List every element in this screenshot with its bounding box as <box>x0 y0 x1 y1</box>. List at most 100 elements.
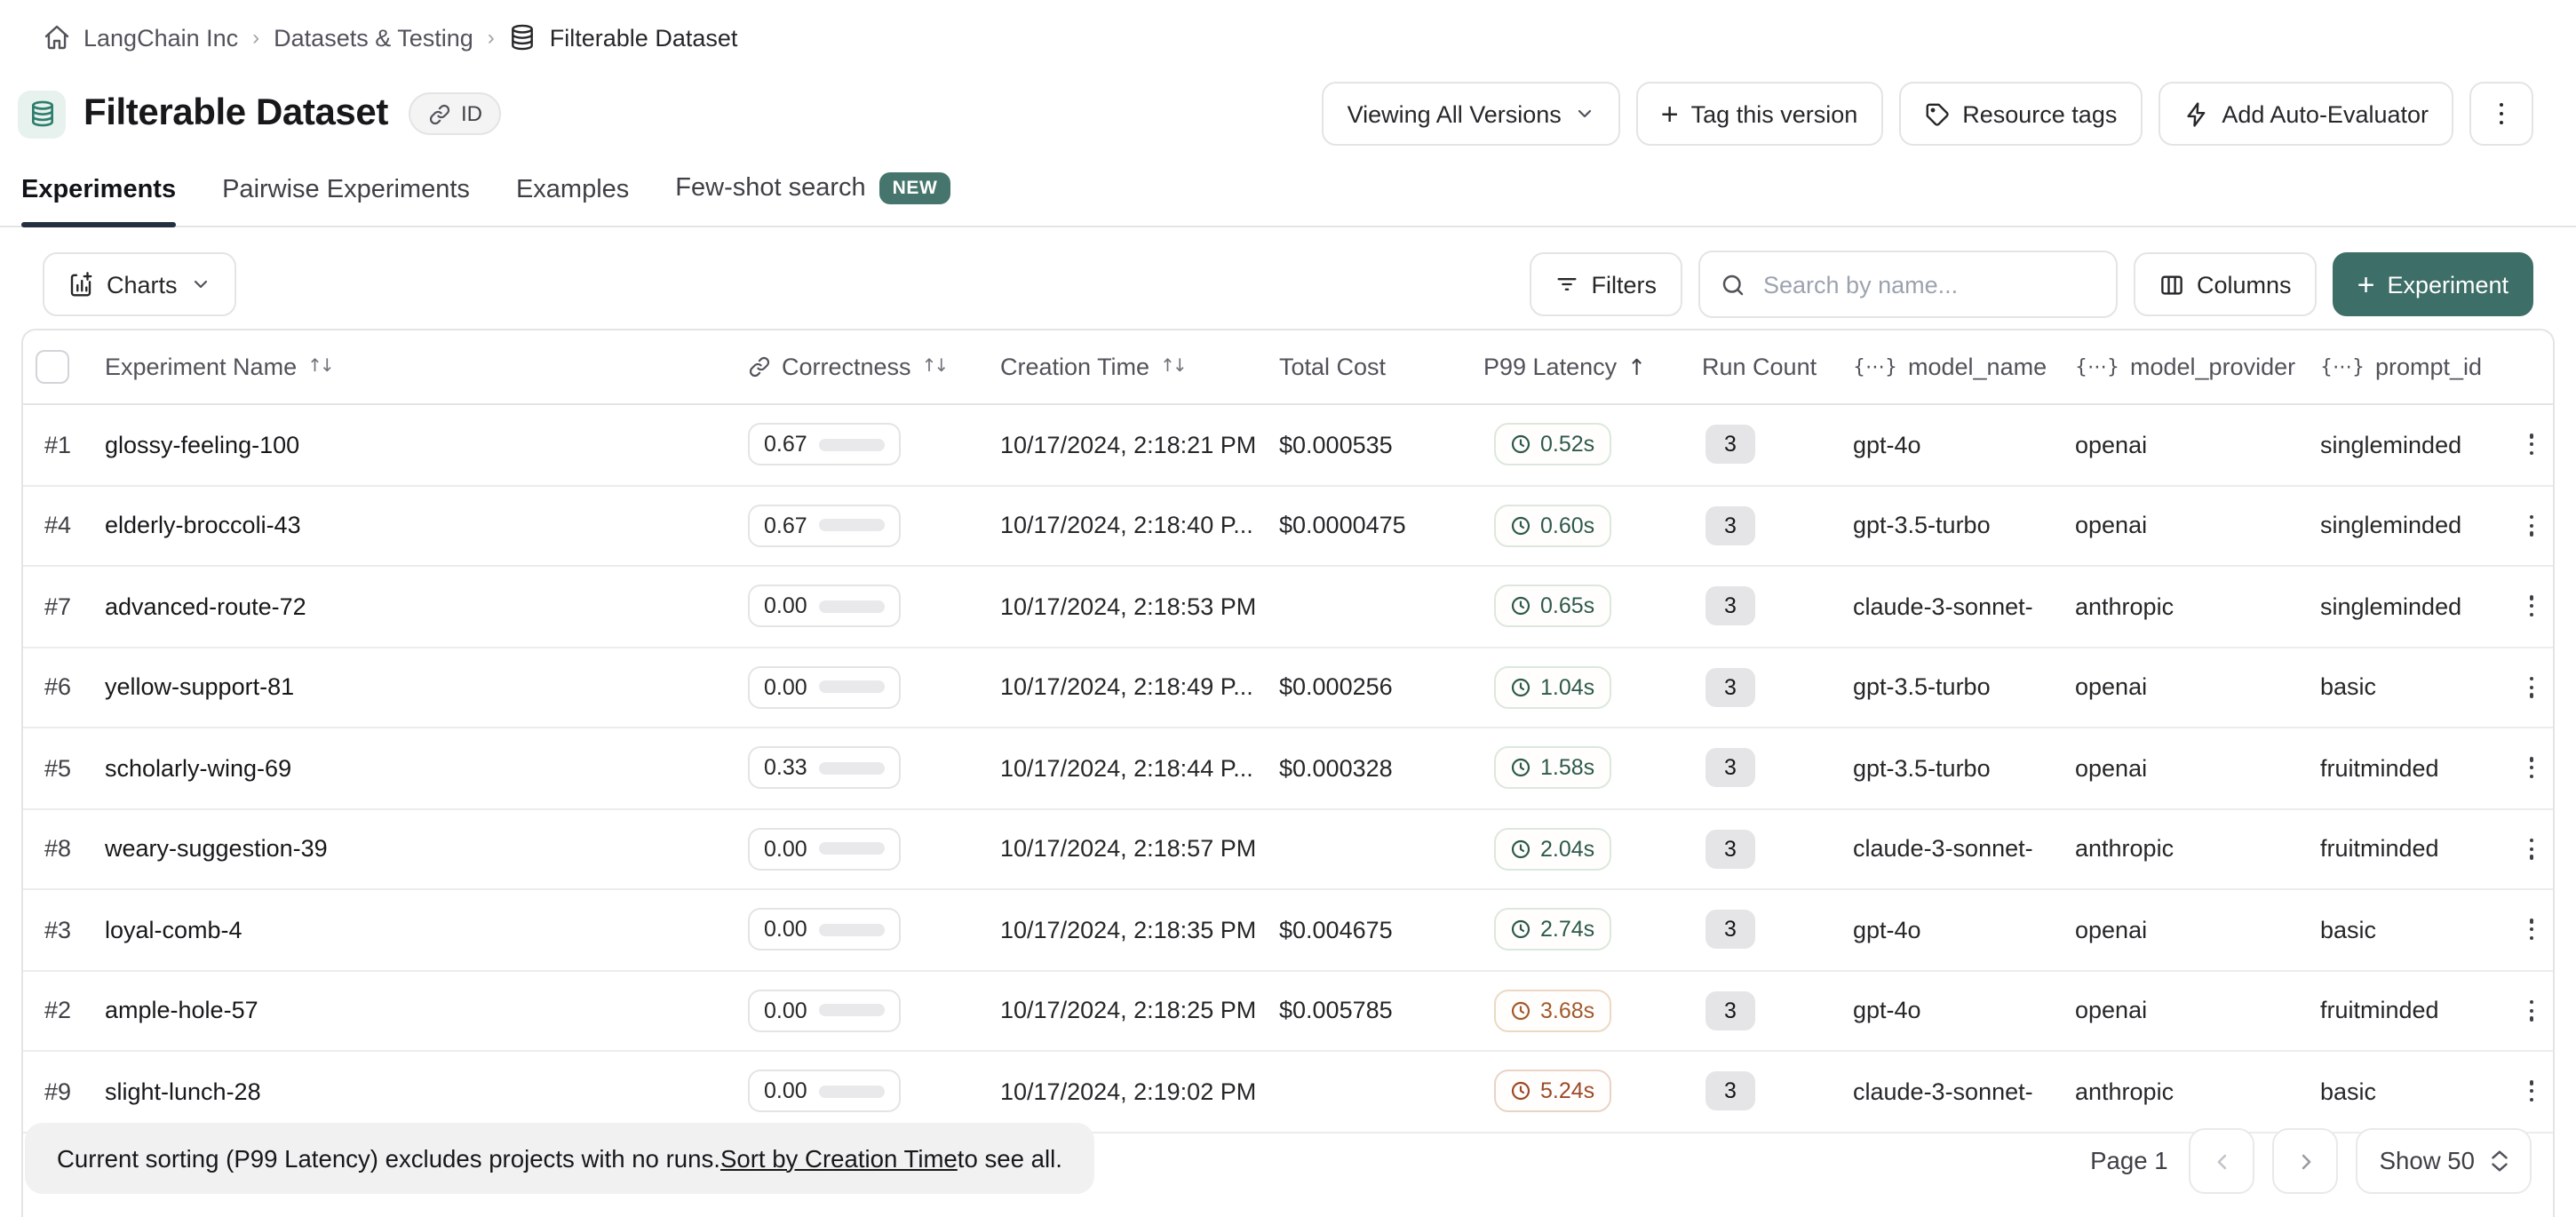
column-header-correctness[interactable]: Correctness ↑↓ <box>748 354 1000 380</box>
row-kebab-icon[interactable] <box>2507 515 2555 536</box>
tab-pairwise-experiments[interactable]: Pairwise Experiments <box>222 176 470 226</box>
filter-icon <box>1554 272 1579 297</box>
run-count-cell: 3 <box>1702 668 1853 707</box>
experiment-name-link[interactable]: glossy-feeling-100 <box>105 432 748 458</box>
tab-few-shot-search[interactable]: Few-shot search NEW <box>675 172 950 226</box>
new-experiment-button[interactable]: + Experiment <box>2333 252 2533 316</box>
clock-icon <box>1510 1081 1531 1102</box>
braces-icon: {⋯} <box>1853 355 1897 378</box>
latency-cell: 2.04s <box>1483 828 1702 871</box>
breadcrumb-org[interactable]: LangChain Inc <box>43 23 238 52</box>
experiment-name-link[interactable]: yellow-support-81 <box>105 674 748 701</box>
correctness-bar-track <box>820 1086 886 1098</box>
creation-time: 10/17/2024, 2:19:02 PM <box>1000 1078 1279 1105</box>
next-page-button[interactable] <box>2273 1128 2339 1194</box>
row-kebab-icon[interactable] <box>2507 596 2555 616</box>
experiment-name-link[interactable]: scholarly-wing-69 <box>105 755 748 782</box>
row-kebab-icon[interactable] <box>2507 758 2555 778</box>
copy-id-pill[interactable]: ID <box>409 92 502 135</box>
latency-cell: 2.74s <box>1483 909 1702 951</box>
correctness-bar-track <box>820 520 886 532</box>
prompt-id: singleminded <box>2320 593 2507 620</box>
prompt-id: basic <box>2320 917 2507 943</box>
column-header-experiment-name[interactable]: Experiment Name ↑↓ <box>105 354 748 380</box>
latency-value: 1.04s <box>1540 675 1594 700</box>
header-actions: Viewing All Versions + Tag this version … <box>1323 82 2533 146</box>
tab-label: Pairwise Experiments <box>222 176 470 204</box>
model-name: claude-3-sonnet- <box>1853 593 2075 620</box>
row-number: #3 <box>23 917 105 943</box>
model-provider: openai <box>2075 917 2320 943</box>
sort-by-creation-time-link[interactable]: Sort by Creation Time <box>720 1145 958 1172</box>
clock-icon <box>1510 677 1531 698</box>
page-size-label: Show 50 <box>2380 1148 2475 1174</box>
home-icon <box>43 23 71 52</box>
row-number: #9 <box>23 1078 105 1105</box>
previous-page-button[interactable] <box>2190 1128 2255 1194</box>
versions-dropdown[interactable]: Viewing All Versions <box>1323 82 1620 146</box>
experiment-name-link[interactable]: loyal-comb-4 <box>105 917 748 943</box>
column-header-p99-latency[interactable]: P99 Latency ↑ <box>1483 354 1702 380</box>
charts-button[interactable]: Charts <box>43 252 236 316</box>
latency-cell: 0.65s <box>1483 585 1702 628</box>
tab-examples[interactable]: Examples <box>516 176 629 226</box>
correctness-bar-track <box>820 843 886 855</box>
experiment-name-link[interactable]: advanced-route-72 <box>105 593 748 620</box>
versions-label: Viewing All Versions <box>1348 100 1562 127</box>
new-badge: NEW <box>880 172 950 204</box>
table-body: #1 glossy-feeling-100 0.67 10/17/2024, 2… <box>23 405 2553 1133</box>
model-name: gpt-3.5-turbo <box>1853 513 2075 539</box>
correctness-bar-track <box>820 601 886 613</box>
row-number: #4 <box>23 513 105 539</box>
prompt-id: singleminded <box>2320 513 2507 539</box>
experiment-name-link[interactable]: slight-lunch-28 <box>105 1078 748 1105</box>
row-kebab-icon[interactable] <box>2507 677 2555 697</box>
select-all-checkbox[interactable] <box>36 350 69 384</box>
breadcrumb-current[interactable]: Filterable Dataset <box>509 23 738 52</box>
row-number: #7 <box>23 593 105 620</box>
model-name: gpt-3.5-turbo <box>1853 755 2075 782</box>
breadcrumb-separator: › <box>252 25 259 50</box>
row-actions-cell <box>2507 596 2555 616</box>
column-header-creation-time[interactable]: Creation Time ↑↓ <box>1000 354 1279 380</box>
row-number: #5 <box>23 755 105 782</box>
row-kebab-icon[interactable] <box>2507 1081 2555 1102</box>
breadcrumb: LangChain Inc › Datasets & Testing › Fil… <box>0 0 2576 52</box>
resource-tags-button[interactable]: Resource tags <box>1898 82 2142 146</box>
page-size-select[interactable]: Show 50 <box>2357 1128 2532 1194</box>
prompt-id: fruitminded <box>2320 755 2507 782</box>
table-row: #1 glossy-feeling-100 0.67 10/17/2024, 2… <box>23 405 2553 486</box>
tab-label: Few-shot search <box>675 174 865 203</box>
experiment-name-link[interactable]: weary-suggestion-39 <box>105 836 748 863</box>
row-kebab-icon[interactable] <box>2507 1000 2555 1021</box>
columns-button[interactable]: Columns <box>2133 252 2317 316</box>
row-kebab-icon[interactable] <box>2507 434 2555 455</box>
page-header: Filterable Dataset ID Viewing All Versio… <box>18 80 2533 147</box>
correctness-value: 0.00 <box>764 1079 807 1104</box>
columns-icon <box>2158 271 2184 298</box>
correctness-bar-track <box>820 924 886 936</box>
pagination: Page 1 Show 50 <box>2090 1128 2532 1194</box>
charts-label: Charts <box>107 271 178 298</box>
page-title: Filterable Dataset <box>83 92 388 135</box>
experiment-name-link[interactable]: elderly-broccoli-43 <box>105 513 748 539</box>
tab-experiments[interactable]: Experiments <box>21 176 176 226</box>
filters-button[interactable]: Filters <box>1530 252 1682 316</box>
breadcrumb-section[interactable]: Datasets & Testing <box>274 24 473 51</box>
run-count-cell: 3 <box>1702 506 1853 545</box>
run-count-cell: 3 <box>1702 1072 1853 1111</box>
experiment-name-link[interactable]: ample-hole-57 <box>105 998 748 1024</box>
experiments-table: Experiment Name ↑↓ Correctness ↑↓ Creati… <box>21 329 2555 1217</box>
row-kebab-icon[interactable] <box>2507 839 2555 859</box>
correctness-cell: 0.00 <box>748 828 1000 871</box>
correctness-cell: 0.00 <box>748 990 1000 1032</box>
latency-badge: 0.52s <box>1494 424 1610 466</box>
more-actions-button[interactable] <box>2469 82 2533 146</box>
add-auto-evaluator-button[interactable]: Add Auto-Evaluator <box>2158 82 2453 146</box>
run-count-cell: 3 <box>1702 749 1853 788</box>
tab-label: Experiments <box>21 176 176 204</box>
search-input[interactable] <box>1760 269 2095 299</box>
tag-version-button[interactable]: + Tag this version <box>1636 82 1882 146</box>
notice-text: to see all. <box>958 1145 1062 1172</box>
row-kebab-icon[interactable] <box>2507 919 2555 940</box>
